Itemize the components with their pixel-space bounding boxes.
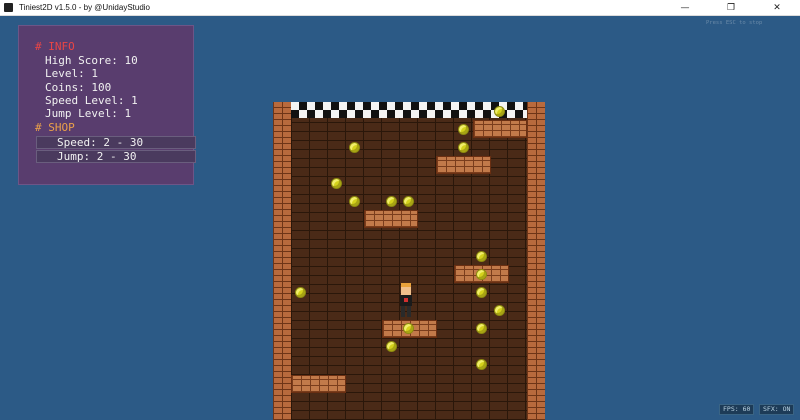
player-belt — [404, 298, 408, 302]
brick-platform — [436, 156, 491, 174]
coin — [295, 287, 306, 298]
coins-label: Coins: 100 — [45, 81, 112, 94]
right-brick-wall — [527, 102, 545, 420]
left-brick-wall — [273, 102, 291, 420]
shop-item-speed[interactable]: Speed: 2 - 30 — [36, 136, 196, 149]
maximize-button[interactable]: ❐ — [708, 0, 754, 15]
brick-platform — [291, 375, 346, 393]
window-controls: — ❐ ✕ — [662, 0, 800, 15]
brick-platform — [364, 210, 418, 228]
info-panel: # INFO High Score: 10 Level: 1 Coins: 10… — [18, 25, 196, 185]
fps-counter: FPS: 60 — [719, 404, 755, 415]
coin — [476, 269, 487, 280]
coin — [386, 196, 397, 207]
speed-level-label: Speed Level: 1 — [45, 94, 138, 107]
coin — [458, 142, 469, 153]
coin — [403, 323, 414, 334]
coin — [476, 287, 487, 298]
coin — [331, 178, 342, 189]
coin — [386, 341, 397, 352]
shop-item-jump[interactable]: Jump: 2 - 30 — [36, 150, 196, 163]
player-leg — [401, 306, 405, 317]
coin — [494, 106, 505, 117]
coin — [494, 305, 505, 316]
window-titlebar: Tiniest2D v1.5.0 - by @UnidayStudio — ❐ … — [0, 0, 800, 16]
app-icon — [4, 3, 13, 12]
minimize-button[interactable]: — — [662, 0, 708, 15]
esc-hint: Press ESC to stop — [706, 20, 763, 26]
game-area — [273, 102, 545, 420]
coin — [403, 196, 414, 207]
coin — [476, 359, 487, 370]
coin — [349, 196, 360, 207]
coin — [476, 251, 487, 262]
shop-header: # SHOP — [35, 121, 75, 134]
jump-level-label: Jump Level: 1 — [45, 107, 132, 120]
player-leg — [407, 306, 411, 317]
finish-line — [291, 102, 527, 118]
player-character — [399, 283, 413, 317]
sfx-toggle[interactable]: SFX: ON — [759, 404, 795, 415]
coin — [349, 142, 360, 153]
info-header: # INFO — [35, 40, 75, 53]
coin — [476, 323, 487, 334]
window-title: Tiniest2D v1.5.0 - by @UnidayStudio — [19, 3, 150, 12]
level-label: Level: 1 — [45, 67, 98, 80]
close-button[interactable]: ✕ — [754, 0, 800, 15]
coin — [458, 124, 469, 135]
high-score-label: High Score: 10 — [45, 54, 138, 67]
player-head — [401, 287, 411, 295]
brick-platform — [473, 120, 527, 138]
